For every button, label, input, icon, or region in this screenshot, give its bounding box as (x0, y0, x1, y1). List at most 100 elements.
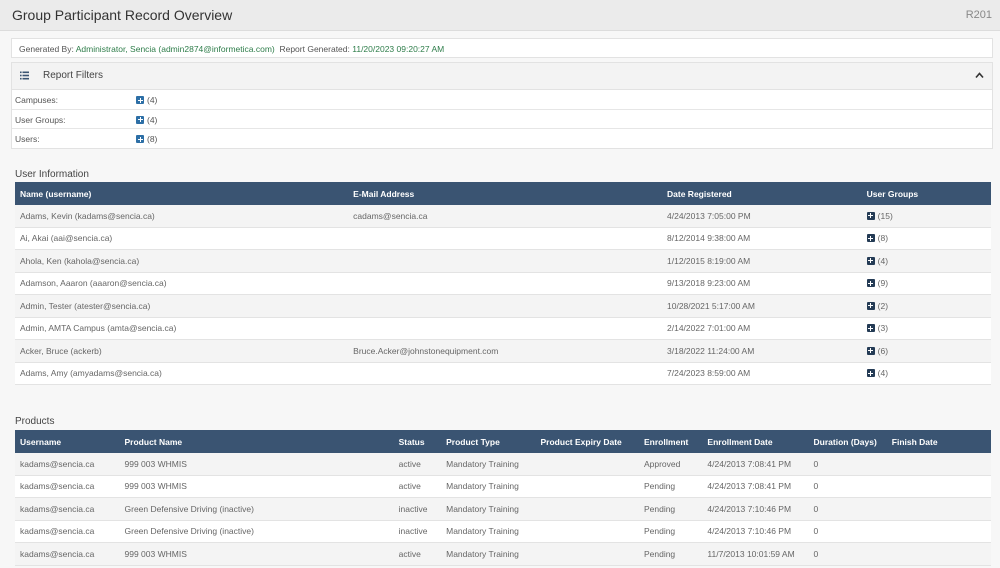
table-row: Acker, Bruce (ackerb) Bruce.Acker@johnsto… (15, 339, 991, 363)
cell-name: Adams, Amy (amyadams@sencia.ca) (15, 362, 349, 385)
generated-by-value: Administrator, Sencia (admin2874@informe… (75, 44, 275, 54)
cell-email (348, 317, 663, 340)
cell-groups[interactable]: (2) (861, 294, 991, 318)
cell-name: Admin, AMTA Campus (amta@sencia.ca) (15, 317, 349, 340)
cell-name: Admin, Tester (atester@sencia.ca) (15, 294, 349, 318)
plus-square-icon[interactable] (136, 135, 144, 143)
table-row: Adams, Kevin (kadams@sencia.ca) cadams@se… (15, 205, 991, 228)
filter-count: (4) (147, 95, 158, 105)
plus-square-icon[interactable] (136, 96, 144, 104)
cell-date: 10/28/2021 5:17:00 AM (662, 294, 862, 318)
plus-square-icon[interactable] (866, 279, 875, 288)
cell-duration: 0 (808, 520, 887, 543)
user-information-table: Name (username) E-Mail Address Date Regist… (15, 182, 991, 385)
generated-info: Generated By: Administrator, Sencia (adm… (11, 38, 993, 58)
filter-expand[interactable]: (4) (136, 95, 157, 105)
plus-square-icon[interactable] (866, 211, 875, 220)
cell-groups[interactable]: (6) (861, 339, 991, 363)
filter-row: User Groups: (4) (12, 110, 992, 129)
report-filters-title: Report Filters (43, 70, 104, 81)
column-header[interactable]: Name (username) (15, 182, 349, 205)
column-header[interactable]: Username (15, 430, 120, 453)
cell-groups[interactable]: (4) (861, 249, 991, 273)
report-filters-panel: Report Filters Campuses: (4) User Groups: (… (11, 62, 993, 149)
cell-product: 999 003 WHMIS (119, 542, 394, 566)
cell-email (348, 294, 663, 318)
cell-type: Mandatory Training (441, 453, 536, 476)
cell-expiry (535, 542, 639, 566)
cell-groups[interactable]: (8) (861, 227, 991, 250)
cell-type: Mandatory Training (441, 497, 536, 521)
cell-username: kadams@sencia.ca (15, 497, 120, 521)
groups-count: (3) (877, 323, 889, 334)
groups-count: (15) (877, 210, 893, 221)
plus-square-icon[interactable] (866, 324, 875, 333)
cell-finish (886, 453, 991, 476)
plus-square-icon[interactable] (866, 369, 875, 378)
cell-date: 1/12/2015 8:19:00 AM (662, 249, 862, 273)
cell-email (348, 249, 663, 273)
cell-groups[interactable]: (4) (861, 362, 991, 385)
cell-enrollment: Pending (638, 542, 703, 566)
page-title: Group Participant Record Overview (12, 7, 233, 23)
cell-groups[interactable]: (3) (861, 317, 991, 340)
groups-count: (6) (877, 345, 889, 356)
cell-groups[interactable]: (9) (861, 272, 991, 295)
groups-count: (8) (877, 233, 889, 244)
cell-finish (886, 542, 991, 566)
cell-email (348, 227, 663, 250)
cell-username: kadams@sencia.ca (15, 542, 120, 566)
cell-duration: 0 (808, 497, 887, 521)
table-row: Ahola, Ken (kahola@sencia.ca) 1/12/2015 8… (15, 249, 991, 273)
cell-date: 2/14/2022 7:01:00 AM (662, 317, 862, 340)
column-header[interactable]: Product Type (441, 430, 536, 453)
cell-status: inactive (393, 520, 442, 543)
user-information-title: User Information (15, 169, 89, 180)
chevron-up-icon[interactable] (975, 71, 984, 80)
cell-finish (886, 497, 991, 521)
cell-enrollment: Pending (638, 497, 703, 521)
column-header[interactable]: E-Mail Address (348, 182, 663, 205)
column-header[interactable]: Enrollment Date (702, 430, 809, 453)
cell-date: 7/24/2023 8:59:00 AM (662, 362, 862, 385)
groups-count: (2) (877, 300, 889, 311)
column-header[interactable]: Date Registered (662, 182, 862, 205)
plus-square-icon[interactable] (866, 346, 875, 355)
generated-by-label: Generated By: (19, 44, 74, 54)
table-row: kadams@sencia.ca 999 003 WHMIS active Manda… (15, 475, 991, 498)
column-header[interactable]: Enrollment (638, 430, 703, 453)
groups-count: (9) (877, 278, 889, 289)
cell-name: Acker, Bruce (ackerb) (15, 339, 349, 363)
table-row: Adams, Amy (amyadams@sencia.ca) 7/24/2023… (15, 362, 991, 385)
cell-enroll-date: 4/24/2013 7:10:46 PM (702, 497, 809, 521)
table-row: Admin, Tester (atester@sencia.ca) 10/28/2… (15, 294, 991, 318)
cell-groups[interactable]: (15) (861, 205, 991, 228)
cell-product: Green Defensive Driving (inactive) (119, 520, 394, 543)
plus-square-icon[interactable] (866, 234, 875, 243)
cell-username: kadams@sencia.ca (15, 475, 120, 498)
table-row: kadams@sencia.ca 999 003 WHMIS active Manda… (15, 453, 991, 476)
column-header[interactable]: Status (393, 430, 442, 453)
cell-username: kadams@sencia.ca (15, 520, 120, 543)
cell-status: active (393, 475, 442, 498)
column-header[interactable]: Finish Date (886, 430, 991, 453)
table-row: kadams@sencia.ca Green Defensive Driving … (15, 520, 991, 543)
report-filters-header[interactable]: Report Filters (12, 63, 992, 90)
filter-expand[interactable]: (8) (136, 134, 157, 144)
column-header[interactable]: Duration (Days) (808, 430, 887, 453)
plus-square-icon[interactable] (866, 256, 875, 265)
cell-email (348, 362, 663, 385)
column-header[interactable]: User Groups (861, 182, 991, 205)
cell-expiry (535, 475, 639, 498)
cell-status: inactive (393, 497, 442, 521)
cell-expiry (535, 520, 639, 543)
title-bar: Group Participant Record Overview R201 (0, 0, 1000, 31)
report-generated-label: Report Generated: (279, 44, 350, 54)
cell-date: 8/12/2014 9:38:00 AM (662, 227, 862, 250)
filter-expand[interactable]: (4) (136, 115, 157, 125)
column-header[interactable]: Product Name (119, 430, 394, 453)
column-header[interactable]: Product Expiry Date (535, 430, 639, 453)
plus-square-icon[interactable] (136, 115, 144, 124)
cell-type: Mandatory Training (441, 542, 536, 566)
plus-square-icon[interactable] (866, 301, 875, 310)
